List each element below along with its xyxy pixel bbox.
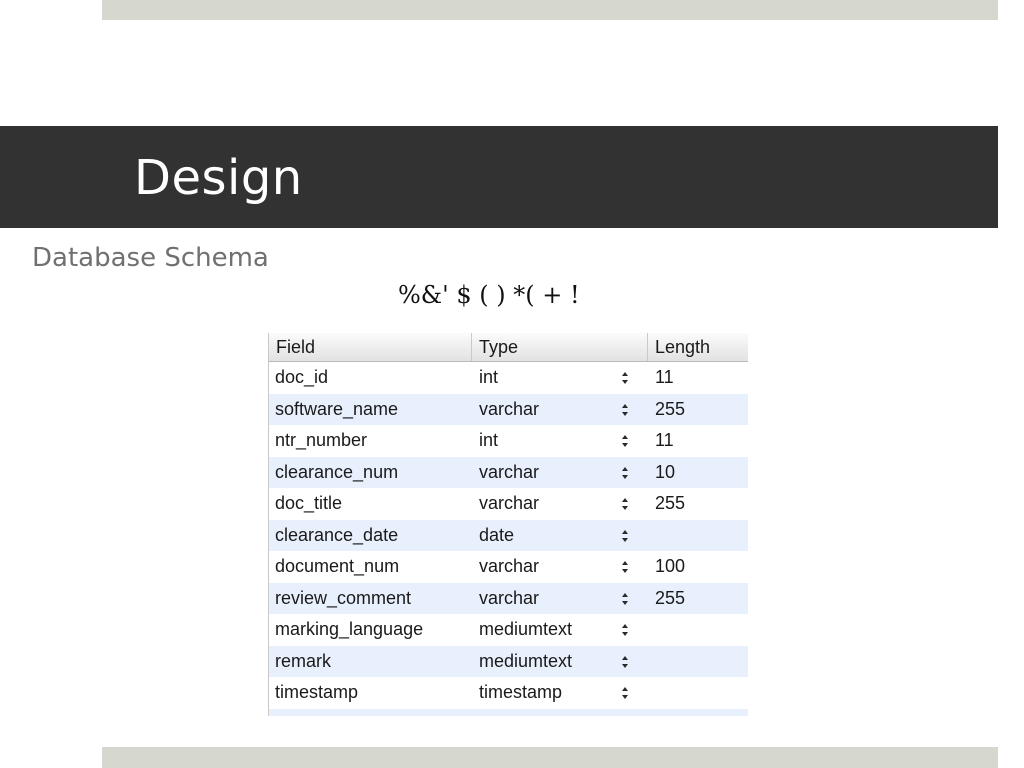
table-row[interactable]: doc_title varchar 255 bbox=[269, 488, 748, 520]
column-header-type[interactable]: Type bbox=[472, 333, 648, 361]
column-header-length[interactable]: Length bbox=[648, 333, 748, 361]
table-row[interactable]: marking_language mediumtext bbox=[269, 614, 748, 646]
up-down-stepper-icon[interactable] bbox=[620, 433, 630, 449]
up-down-stepper-icon[interactable] bbox=[620, 496, 630, 512]
field-name-cell[interactable]: clearance_num bbox=[275, 457, 398, 489]
length-cell[interactable]: 255 bbox=[655, 394, 685, 426]
table-trailing-row bbox=[269, 709, 748, 716]
table-row[interactable]: document_num varchar 100 bbox=[269, 551, 748, 583]
length-cell[interactable]: 255 bbox=[655, 583, 685, 615]
field-name-cell[interactable]: remark bbox=[275, 646, 331, 678]
up-down-stepper-icon[interactable] bbox=[620, 528, 630, 544]
type-cell[interactable]: int bbox=[479, 425, 498, 457]
table-row[interactable]: remark mediumtext bbox=[269, 645, 748, 678]
slide-title: Design bbox=[134, 150, 303, 206]
up-down-stepper-icon[interactable] bbox=[620, 465, 630, 481]
field-name-cell[interactable]: marking_language bbox=[275, 614, 423, 646]
table-row[interactable]: clearance_date date bbox=[269, 519, 748, 552]
length-cell[interactable]: 10 bbox=[655, 457, 675, 489]
type-cell[interactable]: varchar bbox=[479, 551, 539, 583]
table-row[interactable]: timestamp timestamp bbox=[269, 677, 748, 709]
table-row[interactable]: ntr_number int 11 bbox=[269, 425, 748, 457]
length-cell[interactable]: 11 bbox=[655, 362, 674, 394]
up-down-stepper-icon[interactable] bbox=[620, 402, 630, 418]
column-header-field[interactable]: Field bbox=[269, 333, 472, 361]
up-down-stepper-icon[interactable] bbox=[620, 685, 630, 701]
field-name-cell[interactable]: doc_title bbox=[275, 488, 342, 520]
field-name-cell[interactable]: software_name bbox=[275, 394, 398, 426]
table-row[interactable]: software_name varchar 255 bbox=[269, 393, 748, 426]
type-cell[interactable]: mediumtext bbox=[479, 614, 572, 646]
field-name-cell[interactable]: document_num bbox=[275, 551, 399, 583]
schema-table-header: Field Type Length bbox=[269, 333, 748, 362]
type-cell[interactable]: date bbox=[479, 520, 514, 552]
schema-table-body: doc_id int 11 software_name varchar 255 ntr_nu… bbox=[269, 362, 748, 709]
length-cell[interactable]: 11 bbox=[655, 425, 674, 457]
length-cell[interactable]: 255 bbox=[655, 488, 685, 520]
table-row[interactable]: doc_id int 11 bbox=[269, 362, 748, 394]
slide-subtitle: Database Schema bbox=[32, 243, 269, 273]
field-name-cell[interactable]: review_comment bbox=[275, 583, 411, 615]
field-name-cell[interactable]: clearance_date bbox=[275, 520, 398, 552]
length-cell[interactable]: 100 bbox=[655, 551, 685, 583]
up-down-stepper-icon[interactable] bbox=[620, 591, 630, 607]
schema-table: Field Type Length doc_id int 11 software_na… bbox=[268, 333, 748, 716]
garbled-heading-text: %&' $ ( ) *( + ! bbox=[398, 281, 580, 309]
up-down-stepper-icon[interactable] bbox=[620, 370, 630, 386]
type-cell[interactable]: varchar bbox=[479, 583, 539, 615]
type-cell[interactable]: int bbox=[479, 362, 498, 394]
type-cell[interactable]: varchar bbox=[479, 457, 539, 489]
up-down-stepper-icon[interactable] bbox=[620, 559, 630, 575]
type-cell[interactable]: mediumtext bbox=[479, 646, 572, 678]
table-row[interactable]: review_comment varchar 255 bbox=[269, 582, 748, 615]
type-cell[interactable]: timestamp bbox=[479, 677, 562, 709]
type-cell[interactable]: varchar bbox=[479, 488, 539, 520]
field-name-cell[interactable]: ntr_number bbox=[275, 425, 367, 457]
type-cell[interactable]: varchar bbox=[479, 394, 539, 426]
field-name-cell[interactable]: timestamp bbox=[275, 677, 358, 709]
up-down-stepper-icon[interactable] bbox=[620, 654, 630, 670]
bottom-accent-bar bbox=[102, 747, 998, 768]
field-name-cell[interactable]: doc_id bbox=[275, 362, 328, 394]
up-down-stepper-icon[interactable] bbox=[620, 622, 630, 638]
top-accent-bar bbox=[102, 0, 998, 20]
table-row[interactable]: clearance_num varchar 10 bbox=[269, 456, 748, 489]
